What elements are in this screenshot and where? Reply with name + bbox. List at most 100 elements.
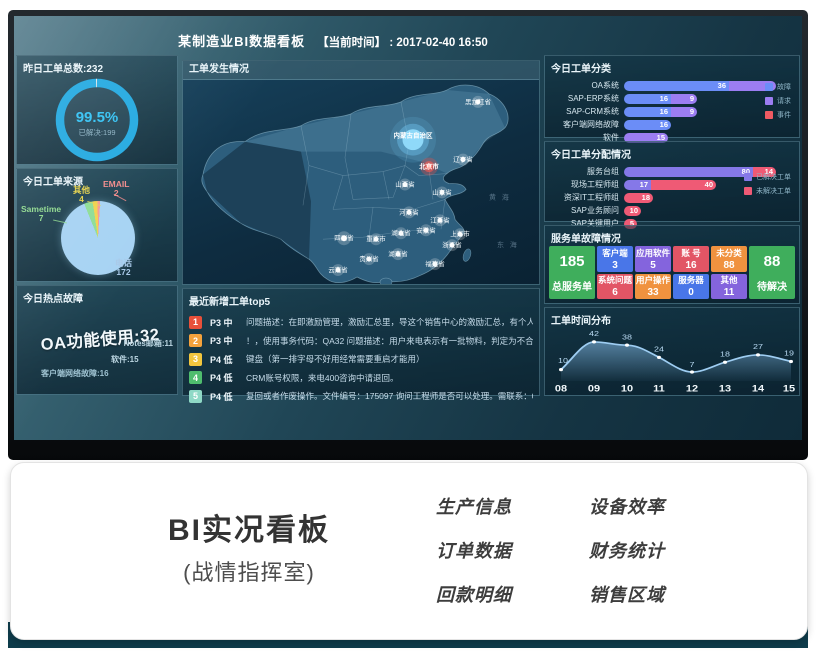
rank-badge: 3 [189,353,202,366]
top5-row: 1 P3 中 问题描述：在即激励管理，激励汇总里，导这个销售中心的激励汇总，有个… [189,314,533,331]
legend-swatch [765,111,773,119]
svg-text:11: 11 [653,384,665,394]
svg-text:42: 42 [589,330,599,338]
classify-legend: 故障 请求 事件 [765,82,791,124]
monitor-bezel: 某制造业BI数据看板【当前时间】 : 2017-02-40 16:50 昨日工单… [8,10,808,460]
panel-time-distribution: 工单时间分布 [544,307,800,396]
map-dot-highlight: 内蒙古自治区 [390,117,436,163]
card-title: BI实况看板 [99,505,399,549]
top5-row: 3 P4 低 键盘（第一排字母不好用经常需要重启才能用） [189,351,533,368]
resolved-donut-chart: 99.5% 已解决:199 [49,76,145,167]
svg-text:12: 12 [686,384,699,394]
stacked-bar: 18 [624,193,653,203]
top5-row: 4 P4 低 CRM账号权限，来电400咨询中请退回。 [189,369,533,386]
page: 某制造业BI数据看板【当前时间】 : 2017-02-40 16:50 昨日工单… [0,0,816,664]
svg-text:24: 24 [654,345,664,353]
fault-cell: 用户操作33 [635,274,671,300]
panel-ticket-assign: 今日工单分配情况 服务台组 8014 现场工程师组 1740 资深IT工程师组 … [544,141,800,222]
time-line-chart: 10 42 38 24 7 18 27 19 08 09 10 [549,324,795,393]
rank-badge: 5 [189,390,202,403]
fault-cell: 未分类88 [711,246,747,272]
fault-total-cell: 185 总服务单 [549,246,595,299]
panel-map-title: 工单发生情况 [183,61,539,80]
fault-cell: 客户端3 [597,246,633,272]
bar-label: 服务台组 [549,166,624,177]
x-axis-labels: 08 09 10 11 12 13 14 15 [555,384,796,394]
card-subtitle: (战情指挥室) [99,555,399,587]
svg-text:福建省: 福建省 [425,259,445,268]
svg-text:浙江省: 浙江省 [442,240,462,249]
fault-cell: 应用软件5 [635,246,671,272]
bar-label: SAP-ERP系统 [549,93,624,104]
fault-cell: 其他11 [711,274,747,300]
svg-text:湖北省: 湖北省 [391,228,411,237]
rank-badge: 1 [189,316,202,329]
svg-text:08: 08 [555,384,568,394]
resolved-percent: 99.5% [76,109,119,126]
card-item: 生产信息 [436,493,512,519]
panel-source-title: 今日工单来源 [17,169,177,192]
stacked-bar: 3616 [624,81,776,91]
svg-text:14: 14 [752,384,765,394]
svg-text:贵州省: 贵州省 [359,254,379,263]
svg-text:北京市: 北京市 [419,162,439,171]
svg-text:辽宁省: 辽宁省 [453,155,473,164]
pie-label-phone: 电话172 [115,259,132,277]
stacked-bar: 10 [624,206,641,216]
svg-text:10: 10 [558,357,568,365]
card-item: 销售区域 [589,581,665,607]
china-map: 黄 海 东 海 内蒙古自治区 [183,80,539,284]
svg-text:重庆市: 重庆市 [366,234,386,243]
dashboard-header: 某制造业BI数据看板【当前时间】 : 2017-02-40 16:50 [14,31,652,51]
svg-text:上海市: 上海市 [450,229,470,238]
wordcloud-word: Notes邮箱:11 [124,338,173,349]
stacked-bar: 1740 [624,180,716,190]
ticket-text: 复回或者作废操作。文件编号：175097 询问工程师是否可以处理。需联系：004… [246,390,533,402]
svg-text:黑龙江省: 黑龙江省 [465,97,491,106]
bar-label: SAP-CRM系统 [549,106,624,117]
svg-text:19: 19 [784,349,794,357]
svg-text:安徽省: 安徽省 [416,225,436,234]
dashboard-title: 某制造业BI数据看板 [178,34,305,49]
panel-ticket-map: 工单发生情况 [182,60,540,285]
svg-text:10: 10 [621,384,634,394]
svg-text:27: 27 [753,343,763,351]
bar-label: SAP业务顾问 [549,205,624,216]
panel-hot-title: 今日热点故障 [17,286,177,309]
bar-label: 现场工程师组 [549,179,624,190]
sea-label: 东 海 [497,240,519,249]
wordcloud-word: 软件:15 [111,354,139,365]
panel-classify-title: 今日工单分类 [545,56,799,79]
rank-badge: 4 [189,371,202,384]
priority-label: P4 低 [210,390,246,403]
card-item: 回款明细 [436,581,512,607]
dashboard-time: 【当前时间】 : 2017-02-40 16:50 [317,37,488,49]
svg-text:18: 18 [720,350,730,358]
panel-ticket-source: 今日工单来源 EMAIL2 其他4 Sametime7 电话172 [16,168,178,282]
bar-label: 资深IT工程师组 [549,192,624,203]
panel-ticket-classify: 今日工单分类 OA系统 3616 SAP-ERP系统 169 SAP-CRM系统… [544,55,800,138]
panel-hot-faults: 今日热点故障 OA功能使用:32 Notes邮箱:11 软件:15 客户端网络故… [16,285,178,395]
fault-cell: 服务器0 [673,274,709,300]
svg-text:四川省: 四川省 [334,233,354,242]
priority-label: P4 低 [210,371,246,384]
bar-label: OA系统 [549,80,624,91]
wordcloud-word: 客户端网络故障:16 [41,368,109,379]
ticket-text: 键盘（第一排字母不好用经常需要重启才能用） [246,353,533,365]
svg-text:38: 38 [622,333,632,341]
fault-grid: 185 总服务单 客户端3 应用软件5 账 号16 未分类88 系统问题6 用户… [549,246,795,299]
fault-pending-cell: 88 待解决 [749,246,795,299]
card-item: 订单数据 [436,537,512,563]
sea-label: 黄 海 [489,192,511,201]
panel-top5: 最近新增工单top5 1 P3 中 问题描述：在即激励管理，激励汇总里，导这个销… [182,288,540,396]
priority-label: P4 低 [210,353,246,366]
info-card: BI实况看板 (战情指挥室) 生产信息 订单数据 回款明细 设备效率 财务统计 … [10,462,808,640]
panel-assign-title: 今日工单分配情况 [545,142,799,165]
legend-swatch [765,97,773,105]
svg-text:河南省: 河南省 [399,207,419,216]
fault-cell: 系统问题6 [597,274,633,300]
ticket-text: CRM账号权限，来电400咨询中请退回。 [246,372,533,384]
svg-text:09: 09 [588,384,601,394]
panel-yesterday-total: 昨日工单总数:232 99.5% 已解决:199 [16,55,178,165]
resolved-count: 已解决:199 [78,127,115,137]
